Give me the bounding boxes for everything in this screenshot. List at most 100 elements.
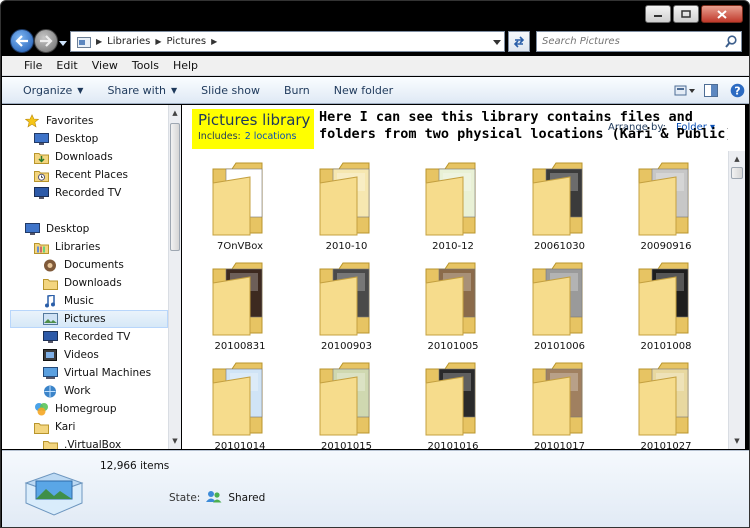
breadcrumb-separator[interactable]: ▶: [96, 37, 102, 46]
menu-edit[interactable]: Edit: [49, 59, 84, 72]
menu-file[interactable]: File: [2, 59, 49, 72]
new-folder-button[interactable]: New folder: [322, 84, 405, 97]
videos-icon: [42, 348, 58, 362]
folder-thumbnail-icon: [638, 362, 689, 436]
nav-favorites-desktop[interactable]: Desktop: [33, 130, 98, 148]
menu-tools[interactable]: Tools: [125, 59, 166, 72]
nav-homegroup-label: Homegroup: [55, 403, 117, 415]
folder-label: 20101006: [534, 341, 585, 352]
breadcrumb-pictures[interactable]: Pictures: [167, 36, 207, 47]
navigation-scrollbar[interactable]: ▲ ▼: [168, 105, 181, 449]
address-bar[interactable]: ▶ Libraries ▶ Pictures ▶: [70, 31, 505, 52]
nav-desktop[interactable]: Desktop: [24, 220, 89, 238]
folder-item[interactable]: 20061030: [508, 155, 612, 255]
folder-item[interactable]: 20101006: [508, 255, 612, 355]
slide-show-label: Slide show: [201, 83, 260, 97]
nav-library-music[interactable]: Music: [42, 292, 94, 310]
folder-thumbnail-icon: [638, 162, 689, 236]
nav-favorites[interactable]: Favorites: [24, 112, 93, 130]
nav-item-label: Videos: [64, 349, 99, 361]
folder-item[interactable]: 20101008: [614, 255, 718, 355]
minimize-icon: [654, 15, 662, 17]
scroll-up-arrow[interactable]: ▲: [731, 153, 743, 165]
svg-text:?: ?: [734, 85, 740, 98]
nav-user-virtualbox[interactable]: .VirtualBox: [42, 436, 121, 449]
nav-favorites-recent-places[interactable]: Recent Places: [33, 166, 128, 184]
change-view-button[interactable]: [672, 81, 698, 101]
search-input[interactable]: [537, 36, 717, 47]
breadcrumb-separator[interactable]: ▶: [155, 37, 161, 46]
folder-item[interactable]: 20101015: [295, 355, 399, 449]
minimize-button[interactable]: [645, 5, 671, 23]
close-button[interactable]: [701, 5, 743, 23]
search-box[interactable]: [536, 31, 742, 52]
search-icon[interactable]: [725, 35, 737, 51]
burn-button[interactable]: Burn: [272, 84, 322, 97]
nav-favorites-recorded-tv[interactable]: Recorded TV: [33, 184, 121, 202]
folder-item[interactable]: 20101017: [508, 355, 612, 449]
forward-button[interactable]: [34, 29, 58, 53]
share-state: State: Shared: [169, 490, 265, 506]
folder-item[interactable]: 20101027: [614, 355, 718, 449]
nav-user-kari[interactable]: Kari: [33, 418, 75, 436]
slide-show-button[interactable]: Slide show: [189, 84, 272, 97]
breadcrumb-separator[interactable]: ▶: [211, 37, 217, 46]
folder-label: 20101016: [427, 441, 479, 449]
folder-item[interactable]: 20101005: [401, 255, 505, 355]
folder-item[interactable]: 20090916: [614, 155, 718, 255]
nav-library-documents[interactable]: Documents: [42, 256, 124, 274]
organize-button[interactable]: Organize ▼: [2, 84, 95, 97]
nav-library-recorded-tv[interactable]: Recorded TV: [42, 328, 130, 346]
refresh-button[interactable]: [508, 31, 530, 52]
nav-item-label: Downloads: [55, 151, 113, 163]
breadcrumb-libraries[interactable]: Libraries: [107, 36, 150, 47]
star-icon: [24, 114, 40, 128]
scroll-down-arrow[interactable]: ▼: [169, 435, 181, 447]
nav-desktop-label: Desktop: [46, 223, 90, 235]
recorded-tv-icon: [33, 186, 49, 200]
folder-item[interactable]: 20100903: [295, 255, 399, 355]
nav-libraries[interactable]: Libraries: [33, 238, 100, 256]
nav-homegroup[interactable]: Homegroup: [33, 400, 117, 418]
address-row: ▶ Libraries ▶ Pictures ▶: [1, 28, 749, 54]
explorer-window: ▶ Libraries ▶ Pictures ▶ File Edit View …: [0, 0, 750, 528]
menu-view[interactable]: View: [85, 59, 125, 72]
desktop-icon: [24, 222, 40, 236]
virtual-machines-icon: [42, 366, 58, 380]
nav-library-pictures[interactable]: Pictures: [10, 310, 168, 328]
folder-item[interactable]: 20101014: [188, 355, 292, 449]
back-button[interactable]: [10, 29, 34, 53]
scroll-down-arrow[interactable]: ▼: [731, 435, 743, 447]
preview-pane-button[interactable]: [698, 81, 724, 101]
nav-library-work[interactable]: Work: [42, 382, 91, 400]
shared-users-icon: [206, 490, 222, 506]
help-button[interactable]: ?: [724, 81, 749, 101]
user-folder-icon: [33, 420, 49, 434]
folder-item[interactable]: 7OnVBox: [188, 155, 292, 255]
chevron-down-icon: [493, 40, 501, 45]
folder-item[interactable]: 2010-10: [295, 155, 399, 255]
nav-library-videos[interactable]: Videos: [42, 346, 99, 364]
preview-pane-icon: [704, 84, 718, 97]
recent-pages-dropdown[interactable]: [59, 37, 67, 50]
scroll-up-arrow[interactable]: ▲: [169, 107, 181, 119]
navigation-scrollbar-thumb[interactable]: [170, 123, 180, 251]
content-scrollbar-thumb[interactable]: [731, 167, 743, 179]
nav-library-virtual-machines[interactable]: Virtual Machines: [42, 364, 151, 382]
nav-item-label: Downloads: [64, 277, 122, 289]
downloads-folder-icon: [33, 150, 49, 164]
nav-item-label: Recorded TV: [55, 187, 122, 199]
locations-link[interactable]: 2 locations: [245, 131, 297, 142]
menu-bar: File Edit View Tools Help: [2, 56, 749, 76]
folder-item[interactable]: 2010-12: [401, 155, 505, 255]
nav-library-downloads[interactable]: Downloads: [42, 274, 122, 292]
includes-label: Includes:: [198, 131, 241, 142]
menu-help[interactable]: Help: [166, 59, 205, 72]
folder-item[interactable]: 20101016: [401, 355, 505, 449]
address-history-dropdown[interactable]: [493, 38, 501, 49]
folder-item[interactable]: 20100831: [188, 255, 292, 355]
nav-favorites-downloads[interactable]: Downloads: [33, 148, 113, 166]
maximize-button[interactable]: [673, 5, 699, 23]
content-scrollbar[interactable]: ▲ ▼: [728, 151, 745, 449]
share-with-button[interactable]: Share with ▼: [95, 84, 189, 97]
